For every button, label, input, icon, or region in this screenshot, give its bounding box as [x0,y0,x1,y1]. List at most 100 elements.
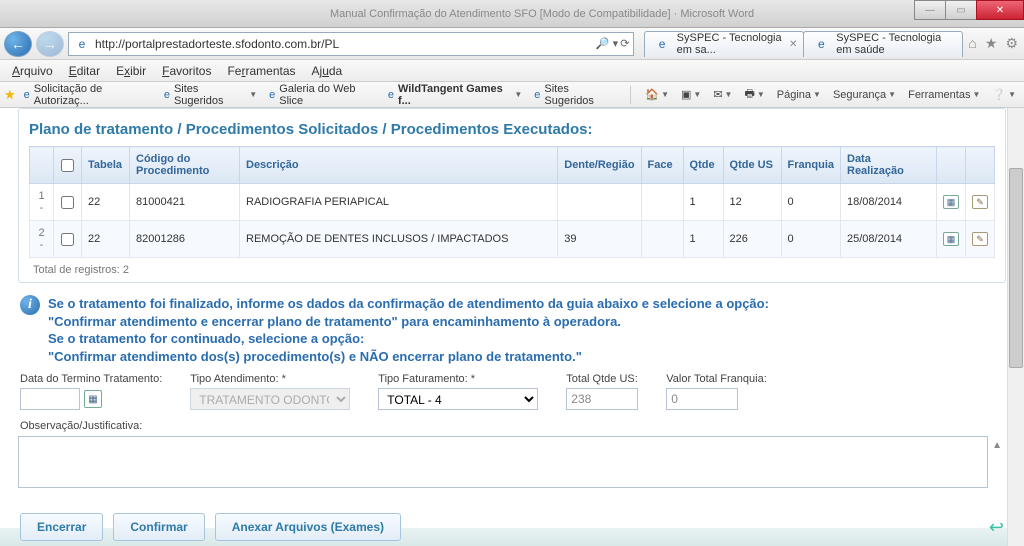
procedures-table: Tabela Código do Procedimento Descrição … [29,146,995,258]
window-minimize-button[interactable]: — [914,0,946,20]
form-row: Data do Termino Tratamento: ▦ Tipo Atend… [20,373,1004,410]
cell-qtdeus: 12 [723,184,781,221]
fav-link[interactable]: eSites Sugeridos▼ [160,83,261,107]
favorites-star-icon[interactable]: ★ [4,87,16,103]
info-icon: i [20,295,40,315]
select-all-checkbox[interactable] [61,159,74,172]
row-checkbox[interactable] [61,233,74,246]
info-line: "Confirmar atendimento dos(s) procedimen… [48,348,769,366]
table-row: 2 - 22 82001286 REMOÇÃO DE DENTES INCLUS… [30,221,995,258]
fav-link[interactable]: eSolicitação de Autorizaç... [20,83,156,107]
procedures-panel: Plano de tratamento / Procedimentos Soli… [18,108,1006,283]
window-maximize-button[interactable]: ▭ [945,0,977,20]
scrollbar-thumb[interactable] [1009,168,1023,368]
col-codigo[interactable]: Código do Procedimento [130,147,240,184]
menu-arquivo[interactable]: Arquivo [4,64,61,78]
calendar-icon[interactable]: ▦ [943,232,959,246]
label-tipo-atendimento: Tipo Atendimento: * [190,373,350,385]
total-registros: Total de registros: 2 [29,258,995,276]
col-data[interactable]: Data Realização [841,147,937,184]
vertical-scrollbar[interactable] [1007,108,1024,546]
edit-icon[interactable]: ✎ [972,195,988,209]
col-franquia[interactable]: Franquia [781,147,840,184]
search-dropdown-icon[interactable]: 🔎 ▾ [596,37,618,50]
col-face[interactable]: Face [641,147,683,184]
confirmar-button[interactable]: Confirmar [113,513,204,541]
chevron-down-icon: ▼ [249,90,257,99]
col-cal [937,147,966,184]
col-descricao[interactable]: Descrição [240,147,558,184]
col-check[interactable] [54,147,82,184]
menu-editar[interactable]: Editar [61,64,108,78]
tab-close-icon[interactable]: ✕ [789,39,797,50]
encerrar-button[interactable]: Encerrar [20,513,103,541]
info-line: Se o tratamento for continuado, selecion… [48,330,769,348]
help-tool-icon[interactable]: ❔▼ [988,88,1020,101]
menu-ferramentas[interactable]: Ferramentas [219,64,303,78]
page-menu[interactable]: Página▼ [773,89,825,101]
col-edit [966,147,995,184]
print-tool-icon[interactable]: 🖶▼ [740,85,768,104]
cell-dente: 39 [558,221,641,258]
fav-link[interactable]: eWildTangent Games f...▼ [384,83,526,107]
browser-tab[interactable]: e SySPEC - Tecnologia em saúde [803,31,963,57]
address-input[interactable] [95,33,592,55]
cell-qtdeus: 226 [723,221,781,258]
mail-tool-icon[interactable]: ✉▼ [709,88,736,101]
table-row: 1 - 22 81000421 RADIOGRAFIA PERIAPICAL 1… [30,184,995,221]
return-icon[interactable]: ↩ [989,517,1004,538]
data-termino-input[interactable] [20,388,80,410]
nav-forward-button[interactable]: → [36,31,64,57]
cell-codigo: 81000421 [130,184,240,221]
ie-icon: e [73,35,91,53]
feed-tool-icon[interactable]: ▣▼ [677,88,705,101]
window-titlebar: Manual Confirmação do Atendimento SFO [M… [0,0,1024,28]
settings-icon[interactable]: ⚙ [1003,35,1020,52]
tipo-faturamento-select[interactable]: TOTAL - 4 [378,388,538,410]
home-tool-icon[interactable]: 🏠▼ [641,88,673,101]
calendar-icon[interactable]: ▦ [943,195,959,209]
nav-back-button[interactable]: ← [4,31,32,57]
menu-ajuda[interactable]: Ajuda [304,64,351,78]
tools-menu[interactable]: Ferramentas▼ [904,89,984,101]
row-checkbox[interactable] [61,196,74,209]
col-dente[interactable]: Dente/Região [558,147,641,184]
cell-franquia: 0 [781,184,840,221]
browser-tab[interactable]: e SySPEC - Tecnologia em sa... ✕ [644,31,804,57]
favorites-icon[interactable]: ★ [983,35,1000,52]
fav-link[interactable]: eGaleria do Web Slice [265,83,380,107]
menu-favoritos[interactable]: Favoritos [154,64,219,78]
menu-exibir[interactable]: Exibir [108,64,154,78]
chevron-down-icon: ▼ [514,90,522,99]
ie-icon: e [534,89,540,101]
cell-tabela: 22 [82,184,130,221]
col-tabela[interactable]: Tabela [82,147,130,184]
info-block: i Se o tratamento foi finalizado, inform… [20,295,1004,365]
label-valor-franquia: Valor Total Franquia: [666,373,766,385]
button-row: Encerrar Confirmar Anexar Arquivos (Exam… [20,513,1004,541]
cell-codigo: 82001286 [130,221,240,258]
col-qtde[interactable]: Qtde [683,147,723,184]
refresh-icon[interactable]: ⟳ [620,37,629,50]
edit-icon[interactable]: ✎ [972,232,988,246]
fav-link[interactable]: eSites Sugeridos [530,83,620,107]
tab-label: SySPEC - Tecnologia em sa... [677,32,785,56]
calendar-icon[interactable]: ▦ [84,390,102,408]
textarea-scroll-up-icon[interactable]: ▲ [992,440,1002,451]
col-qtdeus[interactable]: Qtde US [723,147,781,184]
row-index: 1 - [30,184,54,221]
browser-tabs: e SySPEC - Tecnologia em sa... ✕ e SySPE… [644,31,962,57]
info-line: "Confirmar atendimento e encerrar plano … [48,313,769,331]
tipo-atendimento-select: TRATAMENTO ODONTOLO [190,388,350,410]
col-index [30,147,54,184]
observacao-textarea[interactable] [18,436,988,488]
address-tools: 🔎 ▾ ⟳ [592,37,634,50]
address-bar[interactable]: e 🔎 ▾ ⟳ [68,32,634,56]
home-icon[interactable]: ⌂ [966,35,978,52]
window-close-button[interactable]: ✕ [976,0,1024,20]
security-menu[interactable]: Segurança▼ [829,89,900,101]
label-observacao: Observação/Justificativa: [20,420,1004,432]
anexar-arquivos-button[interactable]: Anexar Arquivos (Exames) [215,513,401,541]
cell-dente [558,184,641,221]
cell-data: 18/08/2014 [841,184,937,221]
